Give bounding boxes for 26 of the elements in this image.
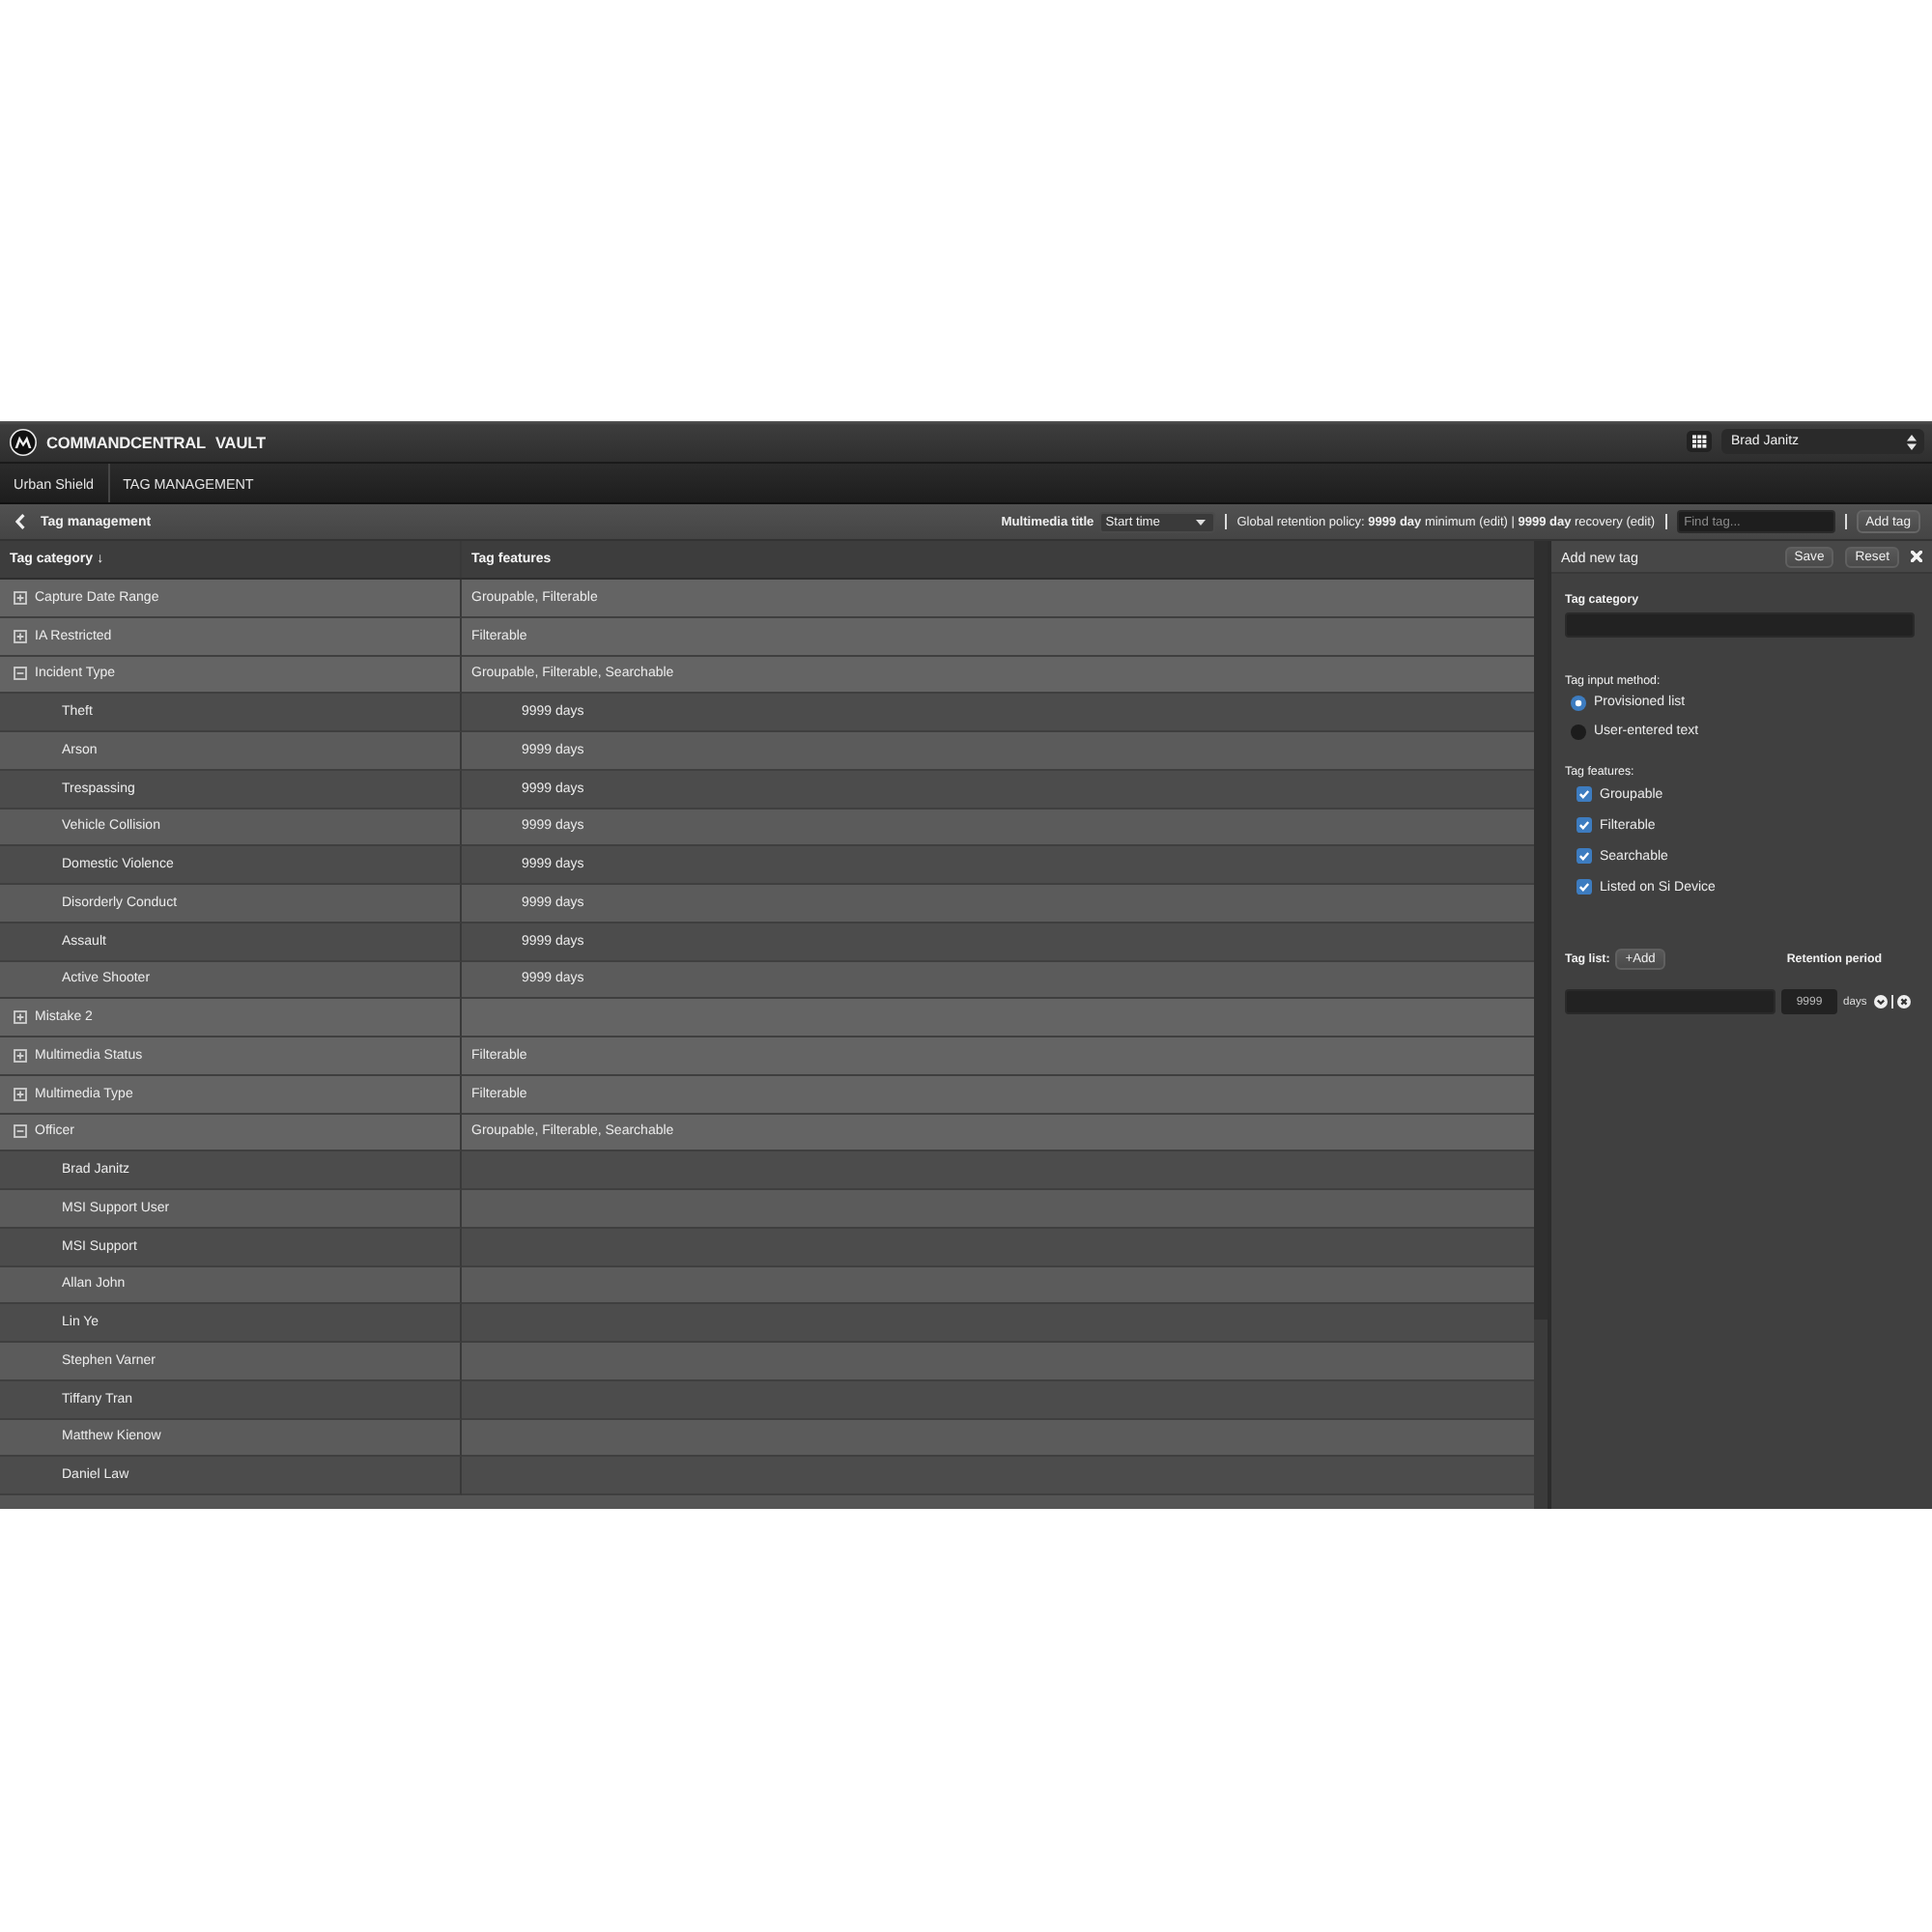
plus-box-icon[interactable] — [14, 1048, 27, 1063]
radio-button[interactable] — [1571, 695, 1586, 710]
tag-category-field[interactable] — [1565, 612, 1915, 638]
plus-box-icon[interactable] — [14, 590, 27, 605]
brand-name: VAULT — [214, 432, 266, 451]
close-icon[interactable] — [1911, 551, 1922, 562]
minus-box-icon[interactable] — [14, 1124, 27, 1139]
up-down-caret-icon — [1907, 434, 1917, 449]
x-circle-icon[interactable] — [1897, 995, 1912, 1009]
checkbox[interactable] — [1577, 786, 1592, 802]
brand-name: COMMANDCENTRAL — [46, 432, 206, 451]
tag-name-field[interactable] — [1565, 989, 1776, 1014]
plus-box-icon[interactable] — [14, 629, 27, 643]
checkbox[interactable] — [1577, 848, 1592, 864]
logo-icon — [10, 428, 37, 455]
chevron-left-icon[interactable] — [15, 514, 25, 529]
checkbox[interactable] — [1577, 817, 1592, 833]
scrollbar-thumb[interactable] — [1534, 1320, 1548, 1509]
caret-down-icon — [1196, 519, 1207, 525]
minus-box-icon[interactable] — [14, 667, 27, 681]
grid-icon[interactable] — [1687, 431, 1712, 452]
radio-button[interactable] — [1571, 724, 1586, 739]
chevron-down-circle-icon[interactable] — [1874, 995, 1889, 1009]
plus-box-icon[interactable] — [14, 1010, 27, 1025]
checkbox[interactable] — [1577, 879, 1592, 895]
plus-box-icon[interactable] — [14, 1087, 27, 1101]
